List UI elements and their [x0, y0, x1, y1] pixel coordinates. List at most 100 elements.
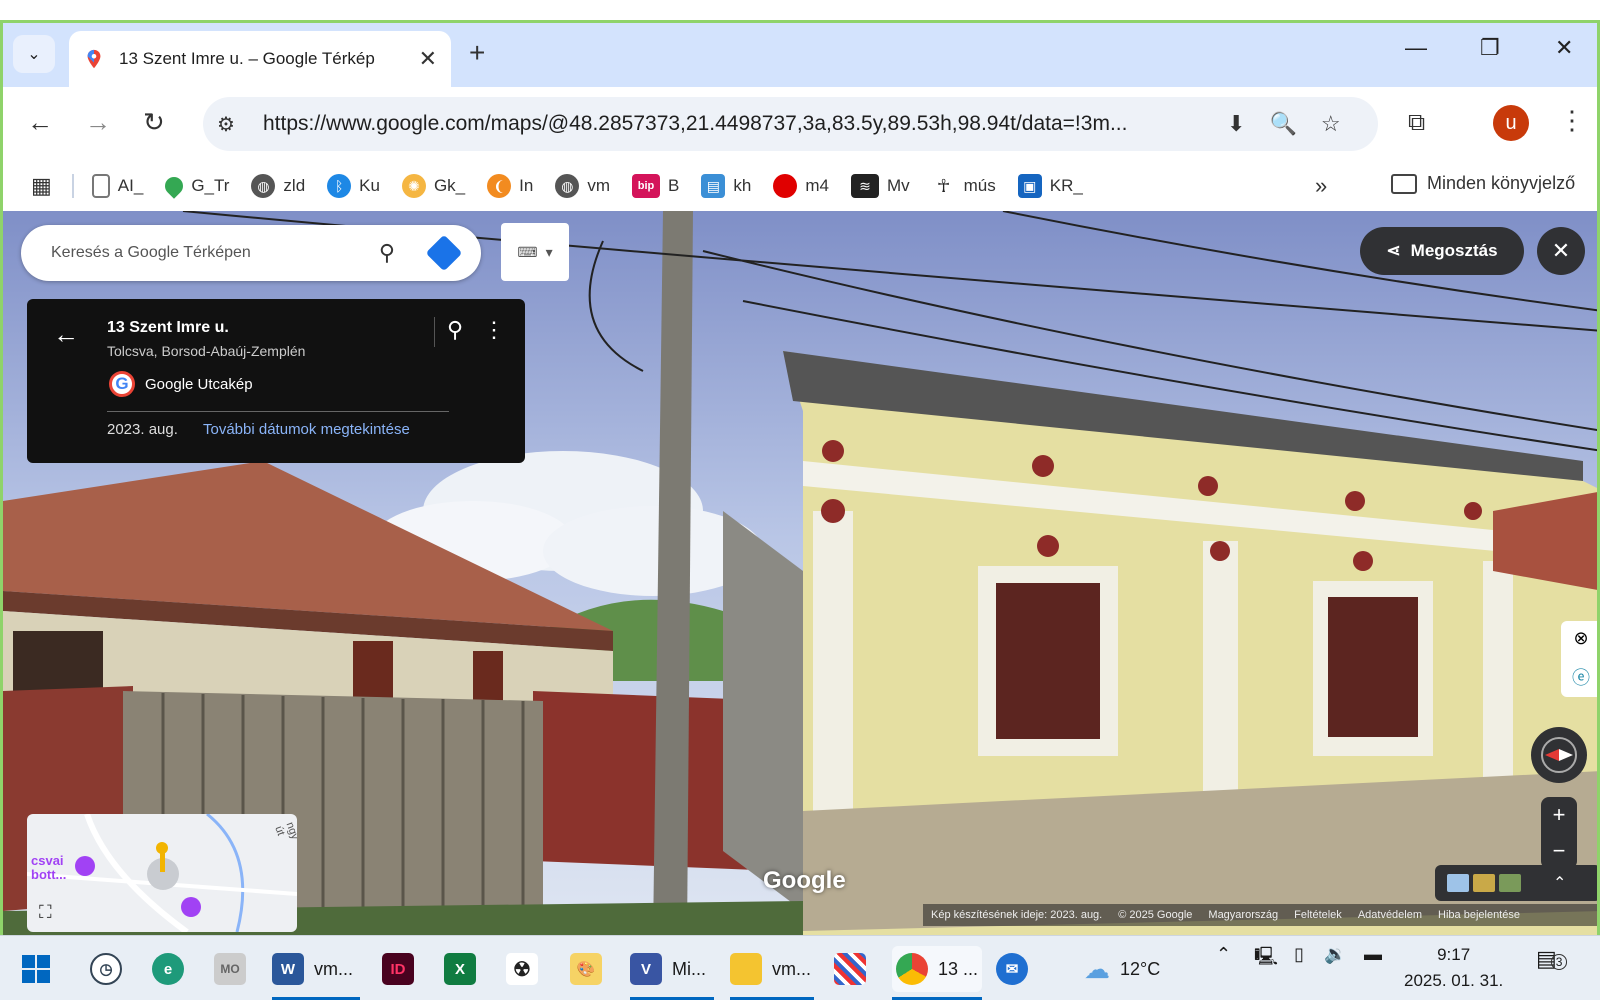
tab-maps[interactable]: 13 Szent Imre u. – Google Térkép ✕: [69, 31, 451, 87]
search-icon[interactable]: ⚲: [379, 240, 395, 266]
bookmark-item[interactable]: ᛒ Ku: [327, 174, 380, 198]
thunderbird-icon[interactable]: ✉: [996, 946, 1028, 992]
fullscreen-icon[interactable]: ⛶: [39, 902, 52, 923]
bookmark-item[interactable]: ✺ Gk_: [401, 174, 465, 198]
back-arrow-icon[interactable]: ←: [53, 319, 79, 350]
taskbar-app-explorer[interactable]: vm...: [730, 946, 814, 1000]
bookmark-item[interactable]: ≋ Mv: [850, 174, 910, 198]
battery-icon[interactable]: ▬: [1364, 944, 1382, 965]
new-tab-button[interactable]: +: [469, 37, 485, 69]
paint-icon[interactable]: 🎨: [570, 946, 602, 992]
card-separator: [107, 411, 449, 412]
address-bar[interactable]: ⚙ https://www.google.com/maps/@48.285737…: [203, 97, 1378, 151]
zoom-out-button[interactable]: −: [1553, 838, 1566, 864]
url-text[interactable]: https://www.google.com/maps/@48.2857373,…: [263, 112, 1203, 136]
bookmark-item[interactable]: ◍ zld: [251, 174, 305, 198]
momo-app-icon[interactable]: MO: [214, 946, 246, 992]
minimize-button[interactable]: —: [1405, 35, 1427, 61]
thumbnail[interactable]: [1447, 874, 1469, 892]
expand-up-icon[interactable]: ⌃: [1553, 873, 1566, 893]
volume-icon[interactable]: 🔉: [1324, 944, 1346, 965]
share-icon: ⋖: [1386, 241, 1401, 260]
taskbar-app-word[interactable]: Wvm...: [272, 946, 360, 1000]
search-input[interactable]: Keresés a Google Térképen: [51, 244, 379, 262]
browser-window: ⌄ 13 Szent Imre u. – Google Térkép ✕ + —…: [0, 20, 1600, 935]
terms-link[interactable]: Feltételek: [1294, 909, 1342, 921]
more-dates-link[interactable]: További dátumok megtekintése: [203, 421, 410, 438]
card-divider: [434, 317, 435, 347]
bookmark-item[interactable]: bip B: [632, 174, 679, 198]
thumbnail[interactable]: [1499, 874, 1521, 892]
back-icon[interactable]: ←: [27, 107, 53, 138]
notification-center-icon[interactable]: ▤3: [1536, 946, 1568, 972]
imagery-thumbnails[interactable]: ⌃: [1435, 865, 1597, 901]
location-pin-icon[interactable]: ⚲: [447, 317, 463, 343]
grid-app-icon[interactable]: [834, 946, 866, 992]
install-app-icon[interactable]: ⬇: [1227, 111, 1245, 137]
excel-icon[interactable]: X: [444, 946, 476, 992]
reload-icon[interactable]: ↻: [143, 107, 165, 138]
capture-date: 2023. aug.: [107, 421, 178, 438]
windows-taskbar: ◷ e MO Wvm... ID X ☢ 🎨 V Mi... vm... 13 .…: [0, 935, 1600, 1000]
indesign-icon[interactable]: ID: [382, 946, 414, 992]
site-info-icon[interactable]: ⚙: [217, 112, 245, 137]
extensions-icon[interactable]: ⧉: [1408, 109, 1425, 137]
google-watermark: Google: [763, 867, 846, 894]
tray-overflow-icon[interactable]: ⌃: [1216, 944, 1231, 965]
forward-icon[interactable]: →: [85, 107, 111, 138]
bookmark-item[interactable]: ▣ KR_: [1017, 174, 1083, 198]
directions-icon[interactable]: [425, 234, 463, 272]
page-icon: [91, 174, 110, 198]
clock-date: 2025. 01. 31.: [1404, 971, 1504, 990]
country-link[interactable]: Magyarország: [1208, 909, 1278, 921]
profile-avatar[interactable]: u: [1493, 105, 1529, 141]
street-view-panorama[interactable]: Keresés a Google Térképen ⚲ ⌨ ▾ ← 13 Szen…: [3, 211, 1597, 935]
more-bookmarks-button[interactable]: »: [1315, 173, 1327, 199]
bookmark-item[interactable]: ▤ kh: [701, 174, 751, 198]
bookmark-item[interactable]: G_Tr: [161, 173, 229, 199]
bookmark-star-icon[interactable]: ☆: [1321, 111, 1341, 137]
zoom-icon[interactable]: 🔍: [1269, 111, 1296, 137]
google-g-icon: G: [109, 371, 135, 397]
taskbar-app-chrome[interactable]: 13 ...: [892, 946, 982, 1000]
bookmark-item[interactable]: ❨ In: [487, 174, 533, 198]
tab-search-button[interactable]: ⌄: [13, 35, 55, 73]
windows-logo-icon: [22, 955, 50, 983]
all-bookmarks-folder[interactable]: Minden könyvjelző: [1391, 173, 1575, 194]
globe-icon: ◍: [555, 174, 580, 198]
bookmark-item[interactable]: ◍ vm: [555, 174, 610, 198]
bookmark-item[interactable]: m4: [773, 174, 829, 198]
edge-icon[interactable]: e: [152, 946, 184, 992]
zoom-in-button[interactable]: +: [1553, 802, 1566, 828]
thumbnail[interactable]: [1473, 874, 1495, 892]
close-window-button[interactable]: ✕: [1555, 35, 1573, 61]
maps-search-box[interactable]: Keresés a Google Térképen ⚲: [21, 225, 481, 281]
bookmark-item[interactable]: AI_: [91, 174, 143, 198]
start-button[interactable]: [22, 946, 50, 992]
clock-app-icon[interactable]: ◷: [90, 946, 122, 992]
share-button[interactable]: ⋖ Megosztás: [1360, 227, 1524, 275]
browser-menu-icon[interactable]: ⋮: [1559, 105, 1585, 136]
keyboard-shortcuts-button[interactable]: ⌨ ▾: [501, 223, 569, 281]
report-problem-link[interactable]: Hiba bejelentése: [1438, 909, 1520, 921]
close-street-view-button[interactable]: ✕: [1537, 227, 1585, 275]
bookmark-item[interactable]: ☥ mús: [931, 174, 996, 198]
mini-map[interactable]: csvai bott... ngy út ⛶: [27, 814, 297, 932]
maps-pin-icon: [87, 49, 101, 69]
usb-icon[interactable]: ▯: [1294, 944, 1304, 965]
weather-widget[interactable]: ☁ 12°C: [1084, 946, 1160, 992]
more-options-icon[interactable]: ⋮: [483, 317, 505, 343]
apps-grid-icon[interactable]: ▦: [31, 173, 52, 199]
copyright: © 2025 Google: [1118, 909, 1193, 921]
compass-icon[interactable]: [1531, 727, 1587, 783]
tab-close-icon[interactable]: ✕: [419, 46, 437, 72]
network-icon[interactable]: 🖳: [1254, 944, 1278, 974]
edge-icon[interactable]: ⓔ: [1572, 664, 1590, 690]
privacy-link[interactable]: Adatvédelem: [1358, 909, 1422, 921]
taskbar-app-visio[interactable]: V Mi...: [630, 946, 714, 1000]
restore-button[interactable]: ❐: [1480, 35, 1500, 61]
address-subtitle: Tolcsva, Borsod-Abaúj-Zemplén: [107, 343, 306, 359]
close-circle-icon[interactable]: ⊗: [1573, 628, 1588, 649]
radiation-app-icon[interactable]: ☢: [506, 946, 538, 992]
system-clock[interactable]: 9:17 2025. 01. 31.: [1404, 942, 1503, 994]
